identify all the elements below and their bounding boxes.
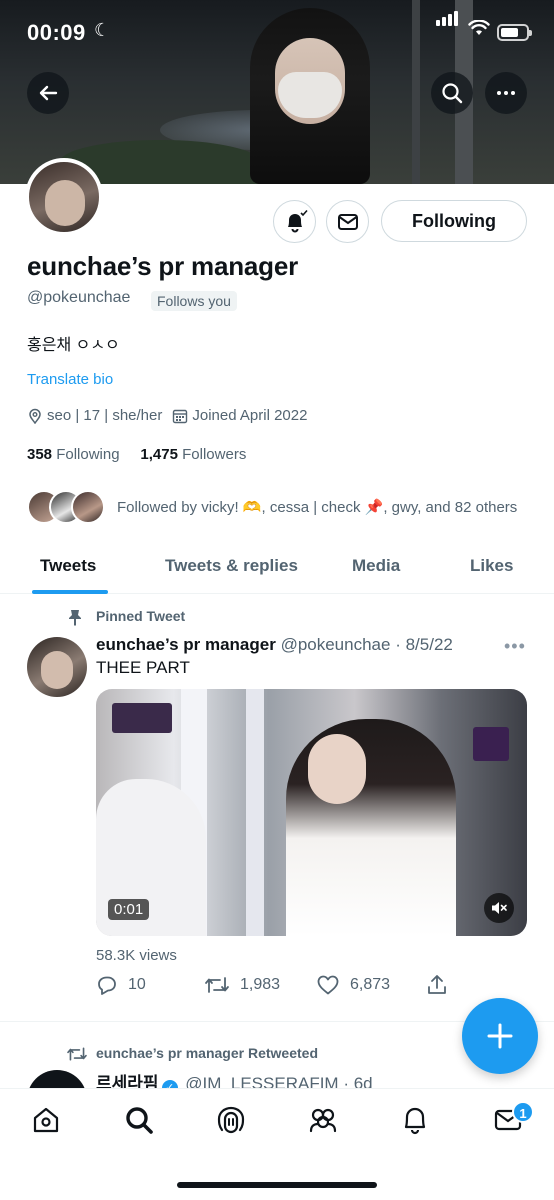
search-button[interactable] [431,72,473,114]
profile-bio: 홍은채 ㅇㅅㅇ [27,337,120,354]
calendar-icon [173,409,188,423]
retweeted-label: eunchae’s pr manager Retweeted [66,1045,318,1061]
video-timer: 0:01 [108,899,150,920]
profile-stats: 358 Following 1,475 Followers [27,446,246,463]
pinned-text: Pinned Tweet [96,608,186,624]
share-icon [428,975,446,994]
profile-joined: Joined April 2022 [192,407,308,424]
active-tab-indicator [32,590,108,594]
location-icon [29,408,41,424]
tweet-author-name[interactable]: eunchae’s pr manager [96,635,276,654]
following-stat[interactable]: 358 Following [27,446,120,463]
following-count: 358 [27,446,53,463]
retweet-icon [67,1047,87,1061]
tweet-header: eunchae’s pr manager @pokeunchae · 8/5/2… [96,635,453,655]
mute-button[interactable] [484,893,514,923]
home-indicator [177,1182,377,1188]
search-icon[interactable] [124,1105,154,1135]
channel-logo [473,727,509,761]
share-button[interactable] [426,974,458,996]
profile-handle: @pokeunchae [27,289,131,306]
bell-check-icon [287,209,308,232]
notifications-toggle-button[interactable] [273,200,316,243]
spaces-icon[interactable] [216,1105,246,1135]
heart-icon [317,975,339,995]
profile-display-name: eunchae’s pr manager [27,251,299,281]
tweet-views: 58.3K views [96,947,177,964]
tab-tweets[interactable]: Tweets [40,556,96,576]
followers-label: Followers [182,446,247,463]
retweet-count: 1,983 [240,976,281,993]
battery-icon [497,24,532,41]
avatar [71,490,105,524]
follows-you-badge: Follows you [151,291,237,311]
profile-meta: seo | 17 | she/her Joined April 2022 [27,407,307,424]
tab-tweets-replies[interactable]: Tweets & replies [165,556,298,576]
pin-icon [69,610,81,626]
profile-location: seo | 17 | she/her [47,407,163,424]
like-button[interactable]: 6,873 [316,974,390,996]
status-bar: 00:09 ☾ [0,0,554,62]
more-dots-icon [497,91,515,95]
retweeted-text: eunchae’s pr manager Retweeted [96,1045,319,1061]
tweet-author-avatar[interactable] [27,637,87,697]
tweet-date: · 8/5/22 [395,635,453,654]
pinned-label: Pinned Tweet [66,608,186,626]
followed-by-text: Followed by vicky! 🫶, cessa | check 📌, g… [117,499,518,516]
profile-tabs: Tweets Tweets & replies Media Likes [0,544,554,594]
tweet-video[interactable]: 0:01 [96,689,527,936]
banner-mask [278,72,342,118]
followed-by-row[interactable]: Followed by vicky! 🫶, cessa | check 📌, g… [27,488,517,526]
followers-stat[interactable]: 1,475 Followers [140,446,246,463]
reply-icon [98,976,116,995]
home-icon[interactable] [31,1105,61,1135]
tab-likes[interactable]: Likes [470,556,513,576]
following-label: Following [56,446,120,463]
messages-badge: 1 [512,1101,534,1123]
tab-media[interactable]: Media [352,556,400,576]
back-button[interactable] [27,72,69,114]
envelope-icon [337,213,358,230]
reply-count: 10 [128,976,146,993]
more-button[interactable] [485,72,527,114]
followers-count: 1,475 [140,446,178,463]
compose-tweet-button[interactable] [462,998,538,1074]
moon-icon: ☾ [94,20,111,40]
tweet-actions: 10 1,983 6,873 [96,974,536,1000]
tweet-text: THEE PART [96,658,190,677]
broadcast-logo [112,703,172,733]
status-time: 00:09 [27,20,86,45]
search-icon [442,83,463,104]
message-button[interactable] [326,200,369,243]
retweet-button[interactable]: 1,983 [204,974,280,996]
speaker-muted-icon [492,902,507,914]
like-count: 6,873 [350,976,391,993]
wifi-icon [468,20,490,35]
arrow-left-icon [39,85,58,101]
translate-bio-link[interactable]: Translate bio [27,371,113,388]
communities-icon[interactable] [308,1105,338,1135]
profile-avatar[interactable] [25,158,103,236]
notifications-icon[interactable] [400,1105,430,1135]
plus-icon [487,1023,513,1049]
reply-button[interactable]: 10 [96,974,146,996]
retweet-icon [205,977,229,993]
tweet-author-handle: @pokeunchae [280,635,391,654]
tweet-more-button[interactable]: ••• [504,636,526,657]
following-button[interactable]: Following [381,200,527,242]
